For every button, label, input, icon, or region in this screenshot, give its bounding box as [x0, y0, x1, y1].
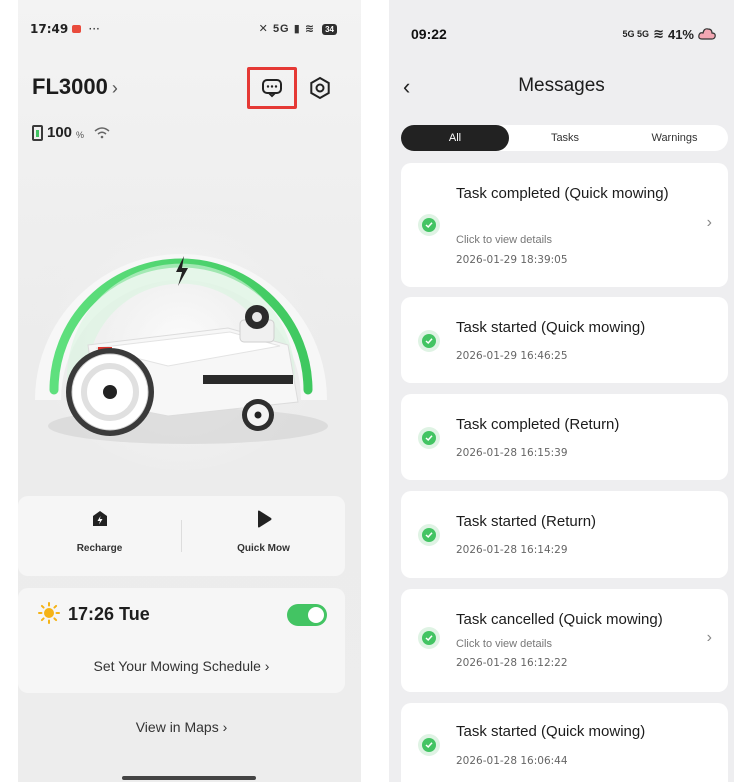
chevron-right-icon: ›	[706, 629, 712, 646]
chat-bubble-icon	[262, 79, 282, 98]
success-check-icon	[418, 627, 440, 649]
status-time: 17:49	[30, 22, 69, 36]
network-label: 5G	[272, 23, 290, 35]
message-date: 2026-01-28 16:06:44	[456, 755, 568, 767]
gear-icon	[310, 76, 330, 100]
success-check-icon	[418, 427, 440, 449]
wifi-icon: ≋	[304, 23, 316, 35]
message-title: Task started (Quick mowing)	[456, 723, 646, 740]
success-check-icon	[418, 330, 440, 352]
mute-icon: ✕	[258, 23, 269, 35]
message-title: Task completed (Return)	[456, 416, 620, 433]
tab-all[interactable]: All	[401, 125, 509, 151]
message-item[interactable]: Task started (Quick mowing) 2026-01-29 1…	[401, 297, 728, 383]
notification-icon	[72, 25, 82, 33]
message-item[interactable]: Task completed (Return) 2026-01-28 16:15…	[401, 394, 728, 480]
message-subtitle: Click to view details	[456, 234, 552, 246]
battery-icon	[32, 124, 43, 141]
message-title: Task cancelled (Quick mowing)	[456, 611, 663, 628]
signal-icon: ▮	[293, 23, 301, 35]
tab-tasks[interactable]: Tasks	[511, 125, 619, 151]
device-name-text: FL3000	[32, 74, 108, 99]
message-date: 2026-01-29 18:39:05	[456, 254, 568, 266]
message-item[interactable]: Task started (Quick mowing) 2026-01-28 1…	[401, 703, 728, 782]
chevron-right-icon: ›	[706, 214, 712, 231]
mower-graphic	[31, 170, 331, 470]
status-bar-left: 17:49 ···	[30, 22, 100, 36]
messages-button[interactable]	[247, 67, 297, 109]
wifi-icon: ≋	[653, 26, 664, 41]
mower-illustration	[18, 170, 361, 470]
recharge-label: Recharge	[76, 543, 123, 554]
message-date: 2026-01-28 16:15:39	[456, 447, 568, 459]
message-tabs: All Tasks Warnings	[401, 125, 728, 151]
success-check-icon	[418, 214, 440, 236]
message-item[interactable]: Task completed (Quick mowing) Click to v…	[401, 163, 728, 287]
play-icon	[257, 510, 271, 528]
message-title: Task started (Quick mowing)	[456, 319, 646, 336]
device-name[interactable]: FL3000 ›	[32, 74, 118, 100]
schedule-toggle[interactable]	[287, 604, 327, 626]
message-date: 2026-01-29 16:46:25	[456, 350, 568, 362]
action-card: Recharge Quick Mow	[18, 496, 345, 576]
settings-button[interactable]	[308, 76, 332, 100]
status-time: 09:22	[411, 26, 447, 42]
page-title: Messages	[518, 75, 605, 96]
success-check-icon	[418, 524, 440, 546]
message-date: 2026-01-28 16:14:29	[456, 544, 568, 556]
quick-mow-button[interactable]: Quick Mow	[182, 510, 345, 554]
signal-icon: 5G 5G	[622, 29, 650, 39]
schedule-time: 17:26 Tue	[68, 604, 150, 624]
sun-icon	[38, 602, 60, 624]
battery-value: 100	[47, 124, 73, 141]
tab-warnings[interactable]: Warnings	[621, 125, 728, 151]
view-in-maps-link[interactable]: View in Maps ›	[18, 719, 345, 735]
cloud-icon	[698, 28, 716, 40]
wifi-icon	[94, 126, 110, 138]
message-date: 2026-01-28 16:12:22	[456, 657, 568, 669]
messages-screen: 09:22 5G 5G ≋ 41% ‹ Messages All Tasks W…	[389, 0, 734, 782]
quick-mow-label: Quick Mow	[237, 543, 290, 554]
chevron-right-icon: ›	[111, 78, 118, 98]
battery-status: 100 %	[32, 124, 110, 141]
message-title: Task completed (Quick mowing)	[456, 185, 669, 202]
success-check-icon	[418, 734, 440, 756]
status-extra: ···	[88, 22, 100, 36]
home-indicator[interactable]	[122, 776, 256, 780]
recharge-button[interactable]: Recharge	[18, 510, 181, 554]
schedule-card: 17:26 Tue Set Your Mowing Schedule ›	[18, 588, 345, 693]
message-item[interactable]: Task started (Return) 2026-01-28 16:14:2…	[401, 491, 728, 578]
message-title: Task started (Return)	[456, 513, 597, 530]
status-battery: 34	[322, 24, 337, 35]
device-home-screen: 17:49 ··· ✕ 5G ▮ ≋ 34 FL3000 › 100 % Rec…	[18, 0, 361, 782]
status-bar-right: ✕ 5G ▮ ≋ 34	[259, 22, 337, 35]
message-subtitle: Click to view details	[456, 638, 552, 650]
message-item[interactable]: Task cancelled (Quick mowing) Click to v…	[401, 589, 728, 692]
recharge-icon	[92, 511, 107, 526]
status-bar-right: 5G 5G ≋ 41%	[623, 26, 716, 42]
set-schedule-link[interactable]: Set Your Mowing Schedule ›	[18, 658, 345, 674]
battery-percent: 41%	[667, 26, 694, 42]
battery-unit: %	[76, 130, 85, 140]
